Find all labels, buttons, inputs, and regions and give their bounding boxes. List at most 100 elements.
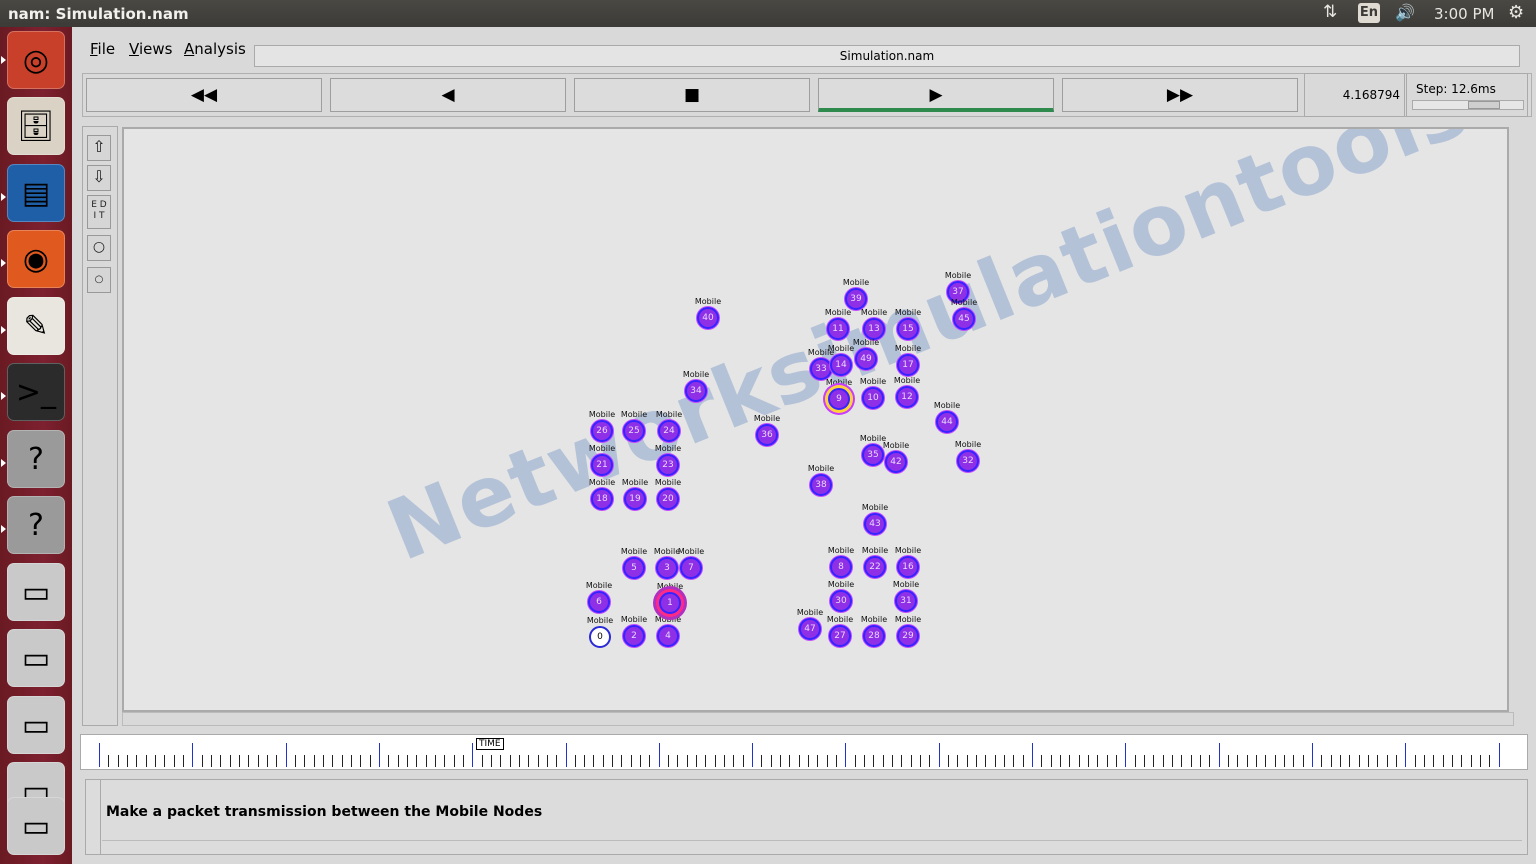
- files-icon[interactable]: 🗄: [7, 97, 65, 155]
- network-icon[interactable]: ⇅: [1323, 2, 1337, 22]
- mobile-node[interactable]: 2: [623, 625, 645, 647]
- mobile-node[interactable]: 43: [864, 513, 886, 535]
- mobile-node[interactable]: 16: [897, 556, 919, 578]
- mobile-node[interactable]: 0: [589, 626, 611, 648]
- unknown-app-icon[interactable]: ?: [7, 430, 65, 488]
- firefox-icon[interactable]: ◉: [7, 230, 65, 288]
- mobile-node[interactable]: 1: [659, 592, 681, 614]
- drive-icon[interactable]: ▭: [7, 797, 65, 855]
- mobile-node[interactable]: 33: [810, 358, 832, 380]
- node-label: Mobile: [677, 547, 705, 556]
- mobile-node[interactable]: 7: [680, 557, 702, 579]
- mobile-node[interactable]: 5: [623, 557, 645, 579]
- writer-icon[interactable]: ▤: [7, 164, 65, 222]
- mobile-node[interactable]: 28: [863, 625, 885, 647]
- drive-icon[interactable]: ▭: [7, 629, 65, 687]
- time-slider[interactable]: TIME: [80, 734, 1528, 770]
- keyboard-language-indicator[interactable]: En: [1358, 3, 1380, 23]
- time-tick: [836, 755, 838, 767]
- node-label: Mobile: [893, 376, 921, 385]
- mobile-node[interactable]: 45: [953, 308, 975, 330]
- time-tick: [957, 755, 959, 767]
- mobile-node[interactable]: 19: [624, 488, 646, 510]
- menu-analysis[interactable]: Analysis: [184, 40, 246, 58]
- mobile-node[interactable]: 34: [685, 380, 707, 402]
- horizontal-scrollbar[interactable]: [122, 712, 1514, 726]
- step-back-button[interactable]: ◀: [330, 78, 566, 112]
- zoom-out-icon[interactable]: ⇩: [87, 165, 111, 191]
- node-label: Mobile: [694, 297, 722, 306]
- drive-icon[interactable]: ▭: [7, 563, 65, 621]
- stop-button[interactable]: ■: [574, 78, 810, 112]
- mobile-node[interactable]: 15: [897, 318, 919, 340]
- mobile-node[interactable]: 29: [897, 625, 919, 647]
- mobile-node[interactable]: 47: [799, 618, 821, 640]
- mobile-node[interactable]: 6: [588, 591, 610, 613]
- menu-file[interactable]: File: [90, 40, 115, 58]
- mobile-node[interactable]: 20: [657, 488, 679, 510]
- mobile-node[interactable]: 31: [895, 590, 917, 612]
- drive-icon: ▭: [21, 708, 51, 743]
- mobile-node[interactable]: 27: [829, 625, 851, 647]
- step-slider[interactable]: [1412, 100, 1524, 110]
- mobile-node[interactable]: 18: [591, 488, 613, 510]
- mobile-node[interactable]: 36: [756, 424, 778, 446]
- network-animation-canvas[interactable]: Networksimulationtools.com Mobile 0 Mobile…: [122, 127, 1509, 712]
- mobile-node[interactable]: 22: [864, 556, 886, 578]
- edit-button[interactable]: E D I T: [87, 195, 111, 229]
- mobile-node[interactable]: 13: [863, 318, 885, 340]
- play-button[interactable]: ▶: [818, 78, 1054, 112]
- time-tick: [397, 755, 399, 767]
- mobile-node[interactable]: 42: [885, 451, 907, 473]
- mobile-node[interactable]: 14: [830, 354, 852, 376]
- fast-forward-button[interactable]: ▶▶: [1062, 78, 1298, 112]
- ubuntu-dash-icon[interactable]: ◎: [7, 31, 65, 89]
- drive-icon[interactable]: ▭: [7, 696, 65, 754]
- terminal-icon[interactable]: >_: [7, 363, 65, 421]
- mobile-node[interactable]: 23: [657, 454, 679, 476]
- unknown-app-icon[interactable]: ?: [7, 496, 65, 554]
- mobile-node[interactable]: 17: [897, 354, 919, 376]
- time-tick: [658, 743, 660, 767]
- mobile-node[interactable]: 44: [936, 411, 958, 433]
- time-marker[interactable]: TIME: [476, 738, 504, 750]
- mobile-node[interactable]: 32: [957, 450, 979, 472]
- time-tick: [640, 755, 642, 767]
- mobile-node[interactable]: 40: [697, 307, 719, 329]
- time-tick: [490, 755, 492, 767]
- volume-icon[interactable]: 🔊: [1395, 3, 1415, 22]
- mobile-node[interactable]: 10: [862, 387, 884, 409]
- mobile-node[interactable]: 39: [845, 288, 867, 310]
- step-label: Step: 12.6ms: [1416, 82, 1496, 96]
- text-editor-icon[interactable]: ✎: [7, 297, 65, 355]
- time-tick: [1395, 755, 1397, 767]
- mobile-node[interactable]: 8: [830, 556, 852, 578]
- annotation-horizontal-scrollbar[interactable]: [102, 840, 1522, 853]
- rewind-button[interactable]: ◀◀: [86, 78, 322, 112]
- system-menu-gear-icon[interactable]: ⚙: [1508, 2, 1524, 23]
- mobile-node[interactable]: 25: [623, 420, 645, 442]
- clock[interactable]: 3:00 PM: [1434, 5, 1494, 23]
- time-tick: [752, 743, 754, 767]
- annotation-vertical-scrollbar[interactable]: [86, 780, 101, 854]
- mobile-node[interactable]: 21: [591, 454, 613, 476]
- mobile-node[interactable]: 49: [855, 348, 877, 370]
- mobile-node[interactable]: 11: [827, 318, 849, 340]
- mobile-node[interactable]: 9: [828, 388, 850, 410]
- mobile-node[interactable]: 3: [656, 557, 678, 579]
- mobile-node[interactable]: 4: [657, 625, 679, 647]
- mobile-node[interactable]: 26: [591, 420, 613, 442]
- small-circle-tool-icon[interactable]: ○: [87, 267, 111, 293]
- zoom-in-icon[interactable]: ⇧: [87, 135, 111, 161]
- mobile-node[interactable]: 24: [658, 420, 680, 442]
- mobile-node[interactable]: 38: [810, 474, 832, 496]
- menu-views[interactable]: Views: [129, 40, 172, 58]
- time-tick: [248, 755, 250, 767]
- circle-tool-icon[interactable]: ○: [87, 235, 111, 261]
- mobile-node[interactable]: 12: [896, 386, 918, 408]
- mobile-node[interactable]: 30: [830, 590, 852, 612]
- node-label: Mobile: [892, 580, 920, 589]
- step-slider-thumb[interactable]: [1467, 101, 1500, 109]
- vertical-scrollbar[interactable]: [1514, 126, 1530, 718]
- time-tick: [182, 755, 184, 767]
